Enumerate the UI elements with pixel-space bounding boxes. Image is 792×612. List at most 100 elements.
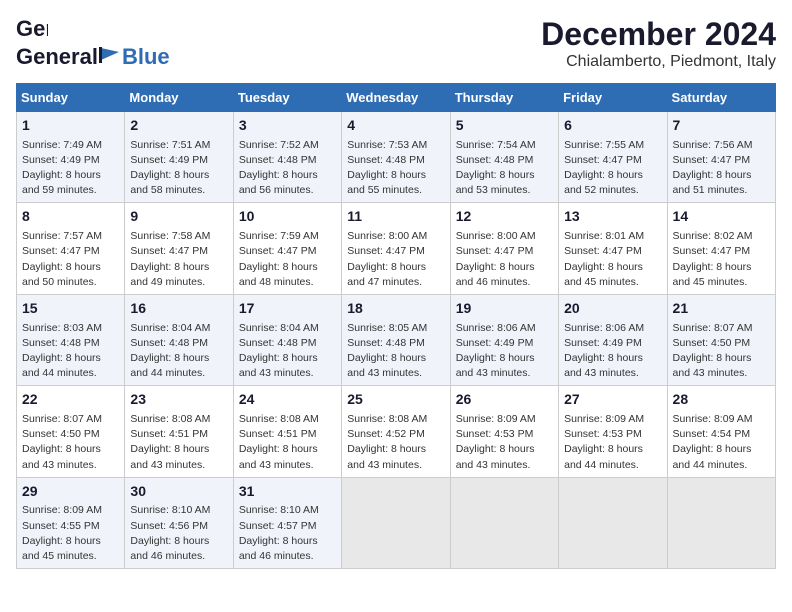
calendar-week-row: 1Sunrise: 7:49 AM Sunset: 4:49 PM Daylig… bbox=[17, 112, 776, 203]
day-number: 19 bbox=[456, 299, 553, 319]
day-number: 30 bbox=[130, 482, 227, 502]
calendar-day-cell: 25Sunrise: 8:08 AM Sunset: 4:52 PM Dayli… bbox=[342, 386, 450, 477]
calendar-week-row: 22Sunrise: 8:07 AM Sunset: 4:50 PM Dayli… bbox=[17, 386, 776, 477]
calendar-day-cell: 31Sunrise: 8:10 AM Sunset: 4:57 PM Dayli… bbox=[233, 477, 341, 568]
day-info: Sunrise: 7:58 AM Sunset: 4:47 PM Dayligh… bbox=[130, 229, 227, 290]
day-info: Sunrise: 8:03 AM Sunset: 4:48 PM Dayligh… bbox=[22, 321, 119, 382]
day-info: Sunrise: 7:56 AM Sunset: 4:47 PM Dayligh… bbox=[673, 138, 770, 199]
day-info: Sunrise: 8:10 AM Sunset: 4:56 PM Dayligh… bbox=[130, 503, 227, 564]
calendar-day-cell: 26Sunrise: 8:09 AM Sunset: 4:53 PM Dayli… bbox=[450, 386, 558, 477]
day-info: Sunrise: 8:09 AM Sunset: 4:53 PM Dayligh… bbox=[456, 412, 553, 473]
day-info: Sunrise: 7:55 AM Sunset: 4:47 PM Dayligh… bbox=[564, 138, 661, 199]
day-number: 25 bbox=[347, 390, 444, 410]
calendar-day-cell bbox=[450, 477, 558, 568]
page-header: General General Blue December 2024 Chial… bbox=[16, 16, 776, 71]
day-info: Sunrise: 7:54 AM Sunset: 4:48 PM Dayligh… bbox=[456, 138, 553, 199]
calendar-table: SundayMondayTuesdayWednesdayThursdayFrid… bbox=[16, 83, 776, 569]
day-number: 17 bbox=[239, 299, 336, 319]
month-title: December 2024 bbox=[541, 16, 776, 53]
calendar-header-row: SundayMondayTuesdayWednesdayThursdayFrid… bbox=[17, 84, 776, 112]
calendar-day-cell: 30Sunrise: 8:10 AM Sunset: 4:56 PM Dayli… bbox=[125, 477, 233, 568]
location-title: Chialamberto, Piedmont, Italy bbox=[541, 53, 776, 71]
day-info: Sunrise: 8:09 AM Sunset: 4:55 PM Dayligh… bbox=[22, 503, 119, 564]
svg-text:General: General bbox=[16, 16, 48, 41]
calendar-day-cell: 14Sunrise: 8:02 AM Sunset: 4:47 PM Dayli… bbox=[667, 203, 775, 294]
calendar-day-cell: 1Sunrise: 7:49 AM Sunset: 4:49 PM Daylig… bbox=[17, 112, 125, 203]
calendar-day-cell bbox=[342, 477, 450, 568]
logo-icon: General bbox=[16, 16, 48, 44]
logo-flag-icon bbox=[99, 46, 121, 64]
day-number: 27 bbox=[564, 390, 661, 410]
day-info: Sunrise: 8:09 AM Sunset: 4:53 PM Dayligh… bbox=[564, 412, 661, 473]
calendar-day-cell: 16Sunrise: 8:04 AM Sunset: 4:48 PM Dayli… bbox=[125, 294, 233, 385]
calendar-day-cell: 2Sunrise: 7:51 AM Sunset: 4:49 PM Daylig… bbox=[125, 112, 233, 203]
day-info: Sunrise: 7:57 AM Sunset: 4:47 PM Dayligh… bbox=[22, 229, 119, 290]
day-number: 24 bbox=[239, 390, 336, 410]
calendar-week-row: 29Sunrise: 8:09 AM Sunset: 4:55 PM Dayli… bbox=[17, 477, 776, 568]
weekday-header: Tuesday bbox=[233, 84, 341, 112]
day-number: 16 bbox=[130, 299, 227, 319]
day-info: Sunrise: 7:59 AM Sunset: 4:47 PM Dayligh… bbox=[239, 229, 336, 290]
weekday-header: Wednesday bbox=[342, 84, 450, 112]
calendar-day-cell: 29Sunrise: 8:09 AM Sunset: 4:55 PM Dayli… bbox=[17, 477, 125, 568]
day-info: Sunrise: 8:08 AM Sunset: 4:52 PM Dayligh… bbox=[347, 412, 444, 473]
day-number: 13 bbox=[564, 207, 661, 227]
day-info: Sunrise: 8:05 AM Sunset: 4:48 PM Dayligh… bbox=[347, 321, 444, 382]
day-number: 23 bbox=[130, 390, 227, 410]
day-info: Sunrise: 8:06 AM Sunset: 4:49 PM Dayligh… bbox=[564, 321, 661, 382]
weekday-header: Friday bbox=[559, 84, 667, 112]
day-info: Sunrise: 8:00 AM Sunset: 4:47 PM Dayligh… bbox=[347, 229, 444, 290]
day-info: Sunrise: 8:04 AM Sunset: 4:48 PM Dayligh… bbox=[239, 321, 336, 382]
calendar-day-cell bbox=[559, 477, 667, 568]
logo-general: General bbox=[16, 44, 98, 70]
day-info: Sunrise: 8:00 AM Sunset: 4:47 PM Dayligh… bbox=[456, 229, 553, 290]
day-info: Sunrise: 8:04 AM Sunset: 4:48 PM Dayligh… bbox=[130, 321, 227, 382]
day-number: 29 bbox=[22, 482, 119, 502]
day-number: 18 bbox=[347, 299, 444, 319]
day-info: Sunrise: 8:07 AM Sunset: 4:50 PM Dayligh… bbox=[673, 321, 770, 382]
day-number: 12 bbox=[456, 207, 553, 227]
calendar-day-cell: 11Sunrise: 8:00 AM Sunset: 4:47 PM Dayli… bbox=[342, 203, 450, 294]
weekday-header: Thursday bbox=[450, 84, 558, 112]
calendar-week-row: 15Sunrise: 8:03 AM Sunset: 4:48 PM Dayli… bbox=[17, 294, 776, 385]
day-info: Sunrise: 8:01 AM Sunset: 4:47 PM Dayligh… bbox=[564, 229, 661, 290]
day-number: 14 bbox=[673, 207, 770, 227]
title-area: December 2024 Chialamberto, Piedmont, It… bbox=[541, 16, 776, 71]
calendar-day-cell: 23Sunrise: 8:08 AM Sunset: 4:51 PM Dayli… bbox=[125, 386, 233, 477]
day-number: 10 bbox=[239, 207, 336, 227]
calendar-day-cell: 15Sunrise: 8:03 AM Sunset: 4:48 PM Dayli… bbox=[17, 294, 125, 385]
day-number: 21 bbox=[673, 299, 770, 319]
day-number: 15 bbox=[22, 299, 119, 319]
day-number: 2 bbox=[130, 116, 227, 136]
calendar-day-cell: 20Sunrise: 8:06 AM Sunset: 4:49 PM Dayli… bbox=[559, 294, 667, 385]
day-info: Sunrise: 8:06 AM Sunset: 4:49 PM Dayligh… bbox=[456, 321, 553, 382]
calendar-day-cell: 24Sunrise: 8:08 AM Sunset: 4:51 PM Dayli… bbox=[233, 386, 341, 477]
day-info: Sunrise: 7:51 AM Sunset: 4:49 PM Dayligh… bbox=[130, 138, 227, 199]
weekday-header: Saturday bbox=[667, 84, 775, 112]
day-info: Sunrise: 8:07 AM Sunset: 4:50 PM Dayligh… bbox=[22, 412, 119, 473]
calendar-day-cell: 7Sunrise: 7:56 AM Sunset: 4:47 PM Daylig… bbox=[667, 112, 775, 203]
day-number: 31 bbox=[239, 482, 336, 502]
calendar-day-cell: 9Sunrise: 7:58 AM Sunset: 4:47 PM Daylig… bbox=[125, 203, 233, 294]
calendar-day-cell: 27Sunrise: 8:09 AM Sunset: 4:53 PM Dayli… bbox=[559, 386, 667, 477]
day-number: 22 bbox=[22, 390, 119, 410]
day-info: Sunrise: 8:02 AM Sunset: 4:47 PM Dayligh… bbox=[673, 229, 770, 290]
day-info: Sunrise: 7:52 AM Sunset: 4:48 PM Dayligh… bbox=[239, 138, 336, 199]
calendar-day-cell: 8Sunrise: 7:57 AM Sunset: 4:47 PM Daylig… bbox=[17, 203, 125, 294]
calendar-day-cell: 4Sunrise: 7:53 AM Sunset: 4:48 PM Daylig… bbox=[342, 112, 450, 203]
day-info: Sunrise: 8:08 AM Sunset: 4:51 PM Dayligh… bbox=[130, 412, 227, 473]
calendar-day-cell: 22Sunrise: 8:07 AM Sunset: 4:50 PM Dayli… bbox=[17, 386, 125, 477]
weekday-header: Monday bbox=[125, 84, 233, 112]
calendar-week-row: 8Sunrise: 7:57 AM Sunset: 4:47 PM Daylig… bbox=[17, 203, 776, 294]
calendar-day-cell: 10Sunrise: 7:59 AM Sunset: 4:47 PM Dayli… bbox=[233, 203, 341, 294]
day-number: 8 bbox=[22, 207, 119, 227]
calendar-day-cell: 3Sunrise: 7:52 AM Sunset: 4:48 PM Daylig… bbox=[233, 112, 341, 203]
calendar-day-cell: 12Sunrise: 8:00 AM Sunset: 4:47 PM Dayli… bbox=[450, 203, 558, 294]
logo: General General Blue bbox=[16, 16, 170, 70]
day-number: 1 bbox=[22, 116, 119, 136]
day-number: 4 bbox=[347, 116, 444, 136]
weekday-header: Sunday bbox=[17, 84, 125, 112]
calendar-day-cell: 21Sunrise: 8:07 AM Sunset: 4:50 PM Dayli… bbox=[667, 294, 775, 385]
calendar-day-cell: 6Sunrise: 7:55 AM Sunset: 4:47 PM Daylig… bbox=[559, 112, 667, 203]
calendar-day-cell: 13Sunrise: 8:01 AM Sunset: 4:47 PM Dayli… bbox=[559, 203, 667, 294]
